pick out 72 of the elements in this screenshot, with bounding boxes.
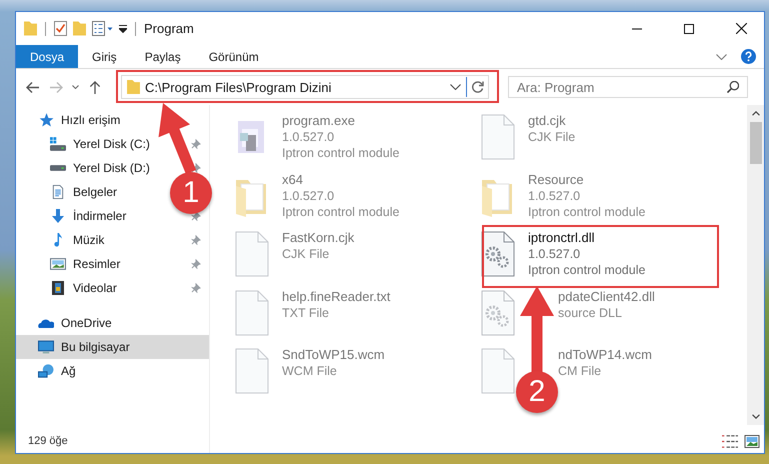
ribbon-tab[interactable]: Giriş <box>78 45 131 68</box>
computer-icon <box>38 340 54 354</box>
sidebar-item[interactable]: Yerel Disk (D:) <box>73 161 150 175</box>
file-name[interactable]: ndToWP14.wcm <box>558 347 652 363</box>
file-detail: WCM File <box>282 363 338 379</box>
file-name[interactable]: SndToWP15.wcm <box>282 347 385 363</box>
scrollbar[interactable] <box>747 105 764 425</box>
file-name[interactable]: x64 <box>282 172 400 188</box>
up-arrow-icon[interactable] <box>88 80 102 94</box>
sidebar-item[interactable]: Müzik <box>73 233 104 247</box>
ribbon-tab[interactable]: Görünüm <box>194 45 273 68</box>
sidebar-item[interactable]: Resimler <box>73 257 120 271</box>
back-arrow-icon[interactable] <box>26 80 40 94</box>
file-detail: 1.0.527.0 <box>282 188 336 204</box>
chevron-down-icon[interactable] <box>752 414 760 419</box>
window-title: Program <box>144 21 194 36</box>
file-name[interactable]: pdateClient42.dll <box>558 288 655 304</box>
address-field[interactable]: C:\Program Files\Program Dizini <box>121 75 489 99</box>
file-detail: TXT File <box>282 304 330 320</box>
folder-icon <box>127 80 140 94</box>
drive-icon <box>50 165 66 171</box>
scrollbar-thumb[interactable] <box>750 122 762 164</box>
file-name[interactable]: Resource <box>528 172 646 188</box>
drive-icon <box>50 137 66 151</box>
file-detail: Iptron control module <box>528 204 646 220</box>
file-detail: 1.0.527.0 <box>528 188 582 204</box>
item-count: 129 öğe <box>27 435 69 449</box>
file-name[interactable]: program.exe <box>282 113 400 129</box>
network-icon <box>38 364 54 378</box>
sidebar-item[interactable]: Yerel Disk (C:) <box>73 137 150 151</box>
help-icon[interactable] <box>741 49 756 64</box>
file-detail: CM File <box>558 363 602 379</box>
sidebar-item[interactable]: Videolar <box>73 281 117 295</box>
file-detail: CJK File <box>282 246 330 262</box>
dropdown-caret-icon[interactable] <box>72 85 79 89</box>
file-name[interactable]: iptronctrl.dll <box>528 230 646 246</box>
file-name[interactable]: gtd.cjk <box>528 113 576 129</box>
file-detail: Iptron control module <box>528 262 646 278</box>
properties-icon[interactable] <box>92 21 113 36</box>
checklist-icon[interactable] <box>54 21 67 36</box>
maximize-icon <box>684 24 694 34</box>
annotation-arrow <box>158 103 196 174</box>
sidebar-item[interactable]: Ağ <box>61 364 76 378</box>
close-icon <box>736 23 746 34</box>
document-icon <box>50 185 66 199</box>
minimize-icon <box>632 28 642 30</box>
sidebar-item[interactable]: OneDrive <box>61 316 112 330</box>
picture-frame-icon <box>50 257 66 271</box>
file-detail: 1.0.527.0 <box>528 246 582 262</box>
sidebar-item[interactable]: Bu bilgisayar <box>61 340 130 354</box>
file-detail: CJK File <box>528 129 576 145</box>
file-name[interactable]: help.fineReader.txt <box>282 288 390 304</box>
file-detail: Iptron control module <box>282 204 400 220</box>
ribbon-tab[interactable]: Dosya <box>16 45 78 68</box>
large-icons-view-icon[interactable] <box>744 435 760 448</box>
chevron-up-icon[interactable] <box>752 111 760 116</box>
ribbon-tab[interactable]: Paylaş <box>130 45 195 68</box>
chevron-down-icon[interactable] <box>716 54 727 60</box>
download-arrow-icon <box>50 209 66 223</box>
film-icon <box>50 281 66 295</box>
refresh-icon[interactable] <box>471 80 484 94</box>
customize-arrow-icon[interactable] <box>119 24 127 32</box>
file-detail: 1.0.527.0 <box>282 129 336 145</box>
file-name[interactable]: FastKorn.cjk <box>282 230 354 246</box>
details-view-icon[interactable] <box>722 435 738 448</box>
sidebar-item[interactable]: İndirmeler <box>73 209 126 223</box>
sidebar-item[interactable]: Belgeler <box>73 185 118 199</box>
file-detail: Iptron control module <box>282 145 400 161</box>
star-icon <box>38 113 54 127</box>
sidebar-item[interactable]: Hızlı erişim <box>61 113 120 127</box>
chevron-down-icon[interactable] <box>450 84 461 90</box>
file-detail: source DLL <box>558 304 623 320</box>
